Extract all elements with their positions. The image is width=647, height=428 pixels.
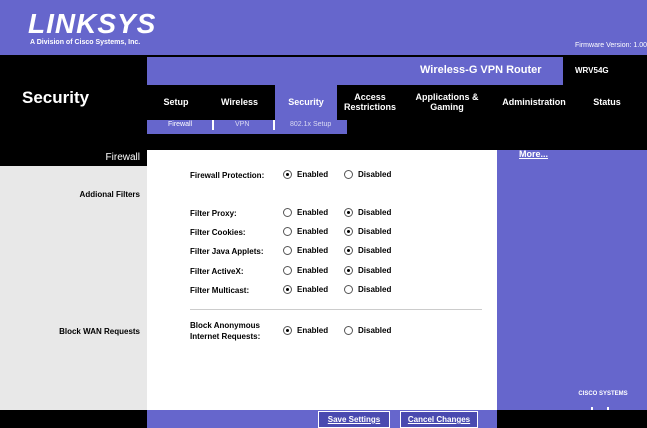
firmware-version: Firmware Version: 1.00 (575, 42, 647, 49)
tab-access-restrictions[interactable]: Access Restrictions (340, 88, 400, 118)
firewall-protection-label: Firewall Protection: (190, 171, 265, 180)
radio-selected-icon[interactable] (344, 246, 353, 255)
block-anonymous-label: Block Anonymous Internet Requests: (190, 321, 261, 341)
block-anonymous-enabled[interactable]: Enabled (283, 326, 328, 335)
tab-wireless[interactable]: Wireless (212, 88, 267, 118)
radio-selected-icon[interactable] (283, 285, 292, 294)
settings-panel (147, 150, 497, 410)
filter-java-applets-enabled[interactable]: Enabled (283, 246, 328, 255)
option-label: Enabled (297, 170, 329, 179)
radio-icon[interactable] (283, 208, 292, 217)
radio-icon[interactable] (283, 266, 292, 275)
subtab-separator (273, 120, 275, 130)
subtab-8021x-setup[interactable]: 802.1x Setup (290, 121, 331, 128)
tab-setup[interactable]: Setup (152, 88, 200, 118)
radio-icon[interactable] (344, 326, 353, 335)
radio-icon[interactable] (344, 285, 353, 294)
block-anonymous-disabled[interactable]: Disabled (344, 326, 391, 335)
firewall-protection-enabled[interactable]: Enabled (283, 170, 328, 179)
filter-proxy-enabled[interactable]: Enabled (283, 208, 328, 217)
radio-selected-icon[interactable] (283, 170, 292, 179)
additional-filters-label: Addional Filters (79, 190, 140, 199)
filter-java-applets-label: Filter Java Applets: (190, 247, 264, 256)
logo-tagline: A Division of Cisco Systems, Inc. (30, 39, 141, 46)
radio-icon[interactable] (344, 170, 353, 179)
option-label: Disabled (358, 227, 392, 236)
cancel-changes-button[interactable]: Cancel Changes (400, 411, 478, 428)
option-label: Disabled (358, 285, 392, 294)
radio-icon[interactable] (283, 246, 292, 255)
section-title: Security (22, 88, 90, 107)
linksys-logo: LINKSYS (28, 8, 157, 39)
subtab-separator (212, 120, 214, 130)
section-divider (190, 309, 482, 310)
option-label: Enabled (297, 266, 329, 275)
filter-cookies-disabled[interactable]: Disabled (344, 227, 391, 236)
more-help-link[interactable]: More... (519, 149, 548, 159)
radio-selected-icon[interactable] (344, 208, 353, 217)
option-label: Disabled (358, 170, 392, 179)
subtab-firewall[interactable]: Firewall (168, 121, 192, 128)
option-label: Enabled (297, 285, 329, 294)
option-label: Disabled (358, 266, 392, 275)
tab-security[interactable]: Security (275, 88, 337, 118)
filter-multicast-label: Filter Multicast: (190, 286, 250, 295)
product-name: Wireless-G VPN Router (420, 64, 542, 76)
filter-proxy-disabled[interactable]: Disabled (344, 208, 391, 217)
tab-administration[interactable]: Administration (497, 88, 571, 118)
subtab-vpn[interactable]: VPN (235, 121, 249, 128)
option-label: Disabled (358, 326, 392, 335)
firewall-protection-disabled[interactable]: Disabled (344, 170, 391, 179)
option-label: Enabled (297, 246, 329, 255)
option-label: Disabled (358, 208, 392, 217)
filter-activex-enabled[interactable]: Enabled (283, 266, 328, 275)
filter-activex-label: Filter ActiveX: (190, 267, 244, 276)
left-label-column (0, 150, 147, 410)
firewall-heading: Firewall (105, 152, 140, 163)
model-number: WRV54G (575, 66, 609, 75)
filter-cookies-enabled[interactable]: Enabled (283, 227, 328, 236)
cisco-systems-logo: CISCO SYSTEMS (578, 391, 628, 397)
filter-cookies-label: Filter Cookies: (190, 228, 246, 237)
tab-status[interactable]: Status (582, 88, 632, 118)
radio-icon[interactable] (283, 227, 292, 236)
help-column (497, 150, 647, 410)
filter-multicast-enabled[interactable]: Enabled (283, 285, 328, 294)
radio-selected-icon[interactable] (283, 326, 292, 335)
radio-selected-icon[interactable] (344, 227, 353, 236)
option-label: Enabled (297, 227, 329, 236)
option-label: Enabled (297, 208, 329, 217)
filter-proxy-label: Filter Proxy: (190, 209, 237, 218)
filter-activex-disabled[interactable]: Disabled (344, 266, 391, 275)
filter-java-applets-disabled[interactable]: Disabled (344, 246, 391, 255)
tab-applications-gaming[interactable]: Applications & Gaming (407, 88, 487, 118)
option-label: Disabled (358, 246, 392, 255)
block-wan-label: Block WAN Requests (59, 327, 140, 336)
radio-selected-icon[interactable] (344, 266, 353, 275)
filter-multicast-disabled[interactable]: Disabled (344, 285, 391, 294)
save-settings-button[interactable]: Save Settings (318, 411, 390, 428)
option-label: Enabled (297, 326, 329, 335)
